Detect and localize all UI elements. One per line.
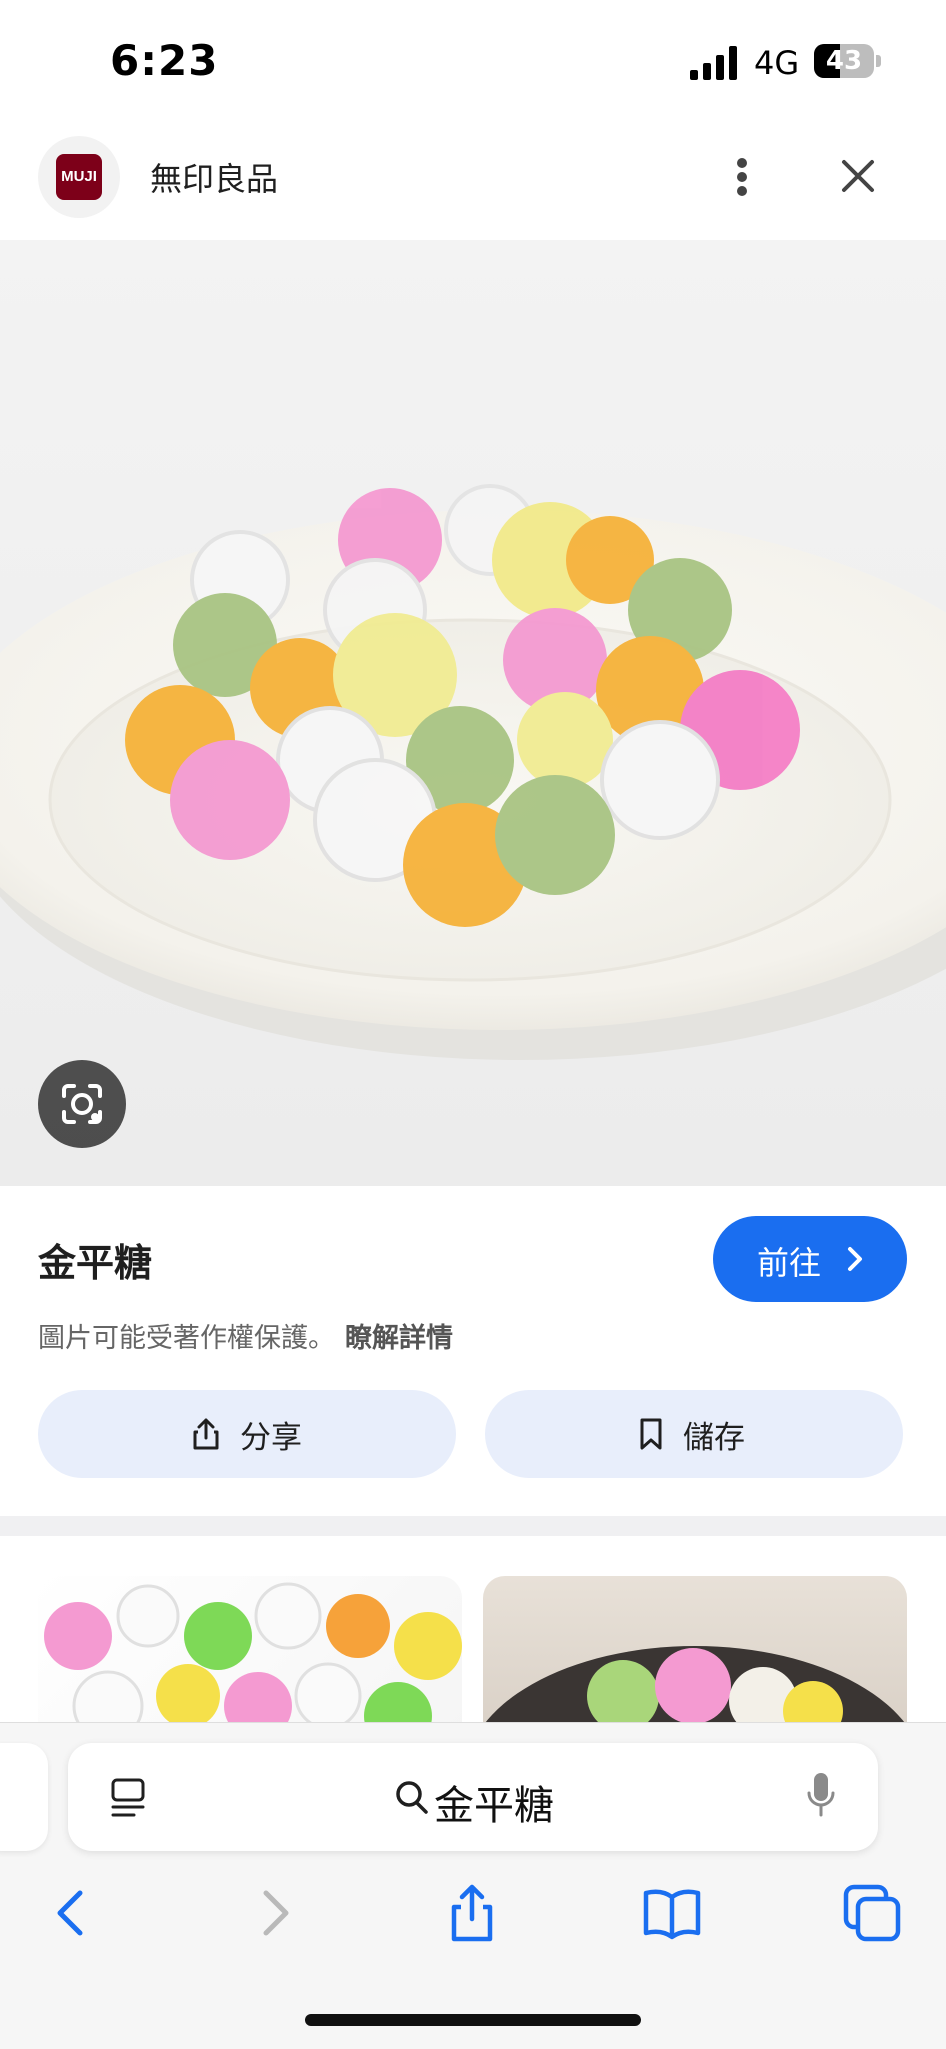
copyright-note: 圖片可能受著作權保護。 瞭解詳情 [38,1316,453,1355]
section-divider [0,1516,946,1536]
visit-button[interactable]: 前往 [713,1216,907,1302]
network-type: 4G [754,44,800,82]
hero-image[interactable] [0,240,946,1186]
image-title: 金平糖 [38,1241,153,1285]
search-icon [396,1781,428,1814]
mic-icon[interactable] [806,1771,836,1819]
related-image-2[interactable] [483,1576,907,1736]
share-page-icon[interactable] [442,1883,502,1943]
close-icon[interactable] [836,154,880,198]
status-time: 6:23 [110,36,219,85]
copyright-text: 圖片可能受著作權保護。 [38,1323,335,1354]
save-label: 儲存 [683,1420,745,1456]
chevron-right-icon [848,1247,862,1271]
visit-label: 前往 [757,1244,822,1282]
home-indicator[interactable] [305,2014,641,2026]
battery-level: 43 [825,46,863,76]
candy-plate-image [0,484,946,1060]
cellular-signal-icon [690,46,737,80]
bookmarks-icon[interactable] [642,1883,702,1943]
more-vert-icon[interactable] [722,150,762,204]
address-text[interactable]: 金平糖 [434,1773,554,1831]
site-name[interactable]: 無印良品 [150,154,278,200]
share-label: 分享 [240,1420,302,1456]
save-button[interactable]: 儲存 [485,1390,903,1478]
bookmark-icon [640,1418,662,1450]
share-button[interactable]: 分享 [38,1390,456,1478]
related-image-1[interactable] [38,1576,462,1736]
learn-more-link[interactable]: 瞭解詳情 [345,1323,453,1354]
forward-icon[interactable] [244,1883,304,1943]
lens-icon[interactable] [38,1060,126,1148]
reader-icon[interactable] [108,1777,148,1819]
muji-logo: MUJI [56,154,102,200]
share-icon [193,1418,219,1450]
previous-tab[interactable] [0,1743,48,1851]
battery-icon: 43 [814,44,881,78]
address-bar[interactable]: 金平糖 [68,1743,878,1851]
back-icon[interactable] [42,1883,102,1943]
site-logo[interactable]: MUJI [38,136,120,218]
tabs-icon[interactable] [842,1883,902,1943]
browser-toolbar: 金平糖 [0,1722,946,2049]
